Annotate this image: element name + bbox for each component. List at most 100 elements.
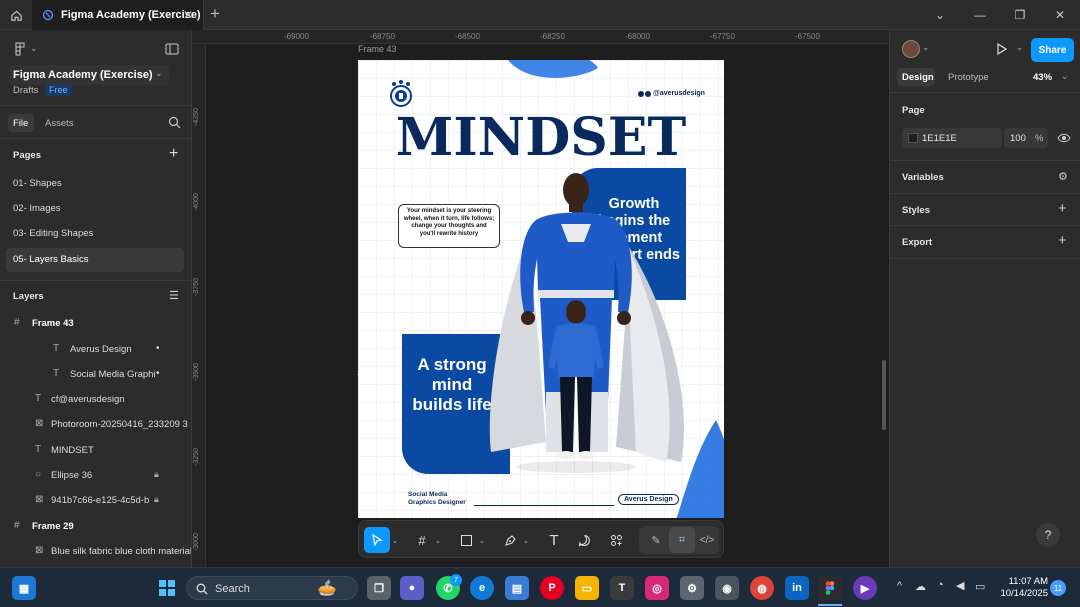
move-tool-button[interactable] <box>364 527 390 553</box>
draw-mode-button[interactable]: ✎ <box>643 527 669 553</box>
eye-icon[interactable] <box>1057 132 1071 144</box>
chevron-down-icon[interactable]: ⌄ <box>476 527 488 553</box>
tab-prototype[interactable]: Prototype <box>948 72 989 83</box>
minimize-button[interactable]: — <box>960 0 1000 30</box>
add-export-icon[interactable]: + <box>1058 232 1067 249</box>
new-tab-button[interactable]: + <box>210 4 220 24</box>
camera-icon[interactable]: ◉ <box>715 576 739 600</box>
notification-badge[interactable]: 11 <box>1050 580 1066 596</box>
close-tab-icon[interactable]: ✕ <box>183 8 193 22</box>
edge-icon[interactable]: e <box>470 576 494 600</box>
layer-row[interactable]: # Frame 43 <box>0 312 191 336</box>
app-t-icon[interactable]: T <box>610 576 634 600</box>
styles-title[interactable]: Styles <box>902 205 930 216</box>
export-title[interactable]: Export <box>902 237 932 248</box>
comment-tool-button[interactable] <box>571 527 597 553</box>
chevron-down-icon[interactable]: ⌄ <box>520 527 532 553</box>
layer-row[interactable]: T MINDSET <box>0 439 191 463</box>
lock-icon[interactable]: 🔒︎ <box>154 469 159 480</box>
taskbar: ▦ Search 🥧 ❐ ● ✆ 7 e ▤ P ▭ T ◎ ⚙︎ ◉ ◍ in… <box>0 567 1080 607</box>
maximize-button[interactable]: ❐ <box>1000 0 1040 30</box>
share-button[interactable]: Share <box>1031 38 1074 62</box>
layer-row[interactable]: Tcf@averusdesign <box>0 388 191 412</box>
collapse-layers-icon[interactable]: ☰ <box>169 289 179 302</box>
tab-file[interactable]: File <box>8 114 34 132</box>
plan-badge[interactable]: Free <box>45 84 72 96</box>
page-item[interactable]: 02- Images <box>0 197 191 221</box>
sidebar-toggle-icon[interactable] <box>165 43 179 55</box>
chevron-down-icon[interactable]: ⌄ <box>1016 42 1024 53</box>
onedrive-icon[interactable]: ☁︎ <box>915 580 926 593</box>
color-swatch[interactable] <box>908 133 918 143</box>
taskbar-search[interactable]: Search 🥧 <box>186 576 358 600</box>
variables-title[interactable]: Variables <box>902 172 944 183</box>
page-item[interactable]: 01- Shapes <box>0 172 191 196</box>
figma-icon[interactable] <box>818 576 842 600</box>
page-color-field[interactable]: 1E1E1E <box>902 128 1002 148</box>
layer-row[interactable]: ⊠ 941b7c66-e125-4c5d-b 🔒︎ <box>0 489 191 513</box>
chevron-down-icon[interactable]: ⌄ <box>389 527 401 553</box>
media-player-icon[interactable]: ▶ <box>853 576 877 600</box>
widgets-icon[interactable]: ▦ <box>12 576 36 600</box>
search-icon[interactable] <box>168 116 181 129</box>
layer-row[interactable]: ⊠ Photoroom-20250416_233209 3 <box>0 413 191 437</box>
layer-row[interactable]: T Social Media Graphi • <box>0 363 191 387</box>
instagram-icon[interactable]: ◎ <box>645 576 669 600</box>
frame-label[interactable]: Frame 43 <box>358 44 397 54</box>
poster-frame[interactable]: @averusdesign MINDSET Growth begins the … <box>358 60 724 518</box>
left-panel: ⌄ Figma Academy (Exercise) ⌄ Drafts Free… <box>0 30 192 567</box>
file-tab[interactable]: Figma Academy (Exercise) ✕ <box>32 0 204 30</box>
teams-icon[interactable]: ● <box>400 576 424 600</box>
file-name-button[interactable]: Figma Academy (Exercise) ⌄ <box>9 65 169 85</box>
close-window-button[interactable]: ✕ <box>1040 0 1080 30</box>
page-item-active[interactable]: 05- Layers Basics <box>6 248 184 272</box>
clock[interactable]: 11:07 AM 10/14/2025 <box>996 576 1048 600</box>
ruler-tick: -69000 <box>284 32 309 41</box>
layer-row[interactable]: ⊠ Blue silk fabric blue cloth material <box>0 540 191 564</box>
task-view-icon[interactable]: ❐ <box>367 576 391 600</box>
chrome-icon[interactable]: ◍ <box>750 576 774 600</box>
help-button[interactable]: ? <box>1036 523 1060 547</box>
vertical-scrollbar[interactable] <box>882 360 886 430</box>
battery-icon[interactable]: ▭ <box>975 580 985 593</box>
chevron-down-icon[interactable]: ⌄ <box>922 42 930 53</box>
text-tool-button[interactable]: T <box>541 527 567 553</box>
layer-label: Frame 29 <box>32 521 74 532</box>
add-page-icon[interactable]: + <box>169 145 178 163</box>
lock-icon[interactable]: 🔒︎ <box>154 494 159 505</box>
actions-tool-button[interactable] <box>603 527 629 553</box>
canvas[interactable]: -69000 -68750 -68500 -68250 -68000 -6775… <box>192 30 889 567</box>
start-button[interactable] <box>155 576 179 600</box>
design-mode-button[interactable]: ⌗ <box>669 527 695 553</box>
settings-icon[interactable]: ⚙︎ <box>680 576 704 600</box>
volume-icon[interactable]: ◀︎ <box>956 579 964 592</box>
show-hidden-icons[interactable]: ^ <box>897 580 902 592</box>
layer-label: MINDSET <box>51 445 94 456</box>
page-opacity-field[interactable]: 100 % <box>1004 128 1048 148</box>
page-item[interactable]: 03- Editing Shapes <box>0 222 191 246</box>
add-style-icon[interactable]: + <box>1058 200 1067 217</box>
chevron-down-icon[interactable]: ⌄ <box>432 527 444 553</box>
main-menu-icon[interactable] <box>14 42 28 56</box>
wifi-icon[interactable]: ◔ <box>937 579 944 591</box>
dev-mode-button[interactable]: </> <box>694 527 720 553</box>
layer-row[interactable]: T Averus Design • <box>0 338 191 362</box>
pinterest-icon[interactable]: P <box>540 576 564 600</box>
store-icon[interactable]: ▤ <box>505 576 529 600</box>
layer-row[interactable]: ○ Ellipse 36 🔒︎ <box>0 464 191 488</box>
social-icon <box>638 90 644 97</box>
file-explorer-icon[interactable]: ▭ <box>575 576 599 600</box>
tab-design[interactable]: Design <box>897 68 935 86</box>
zoom-level[interactable]: 43% <box>1033 72 1052 83</box>
present-icon[interactable] <box>996 43 1007 55</box>
home-button[interactable] <box>0 0 32 30</box>
chevron-down-icon[interactable]: ⌄ <box>1061 71 1069 82</box>
avatar[interactable] <box>902 40 920 58</box>
variables-settings-icon[interactable]: ⚙︎ <box>1058 170 1068 183</box>
layer-row[interactable]: # Frame 29 <box>0 515 191 539</box>
linkedin-icon[interactable]: in <box>785 576 809 600</box>
menu-chevron-icon[interactable]: ⌄ <box>30 43 38 54</box>
layers-title: Layers <box>13 291 44 302</box>
tab-assets[interactable]: Assets <box>45 118 74 129</box>
chevron-down-icon[interactable]: ⌄ <box>920 0 960 30</box>
